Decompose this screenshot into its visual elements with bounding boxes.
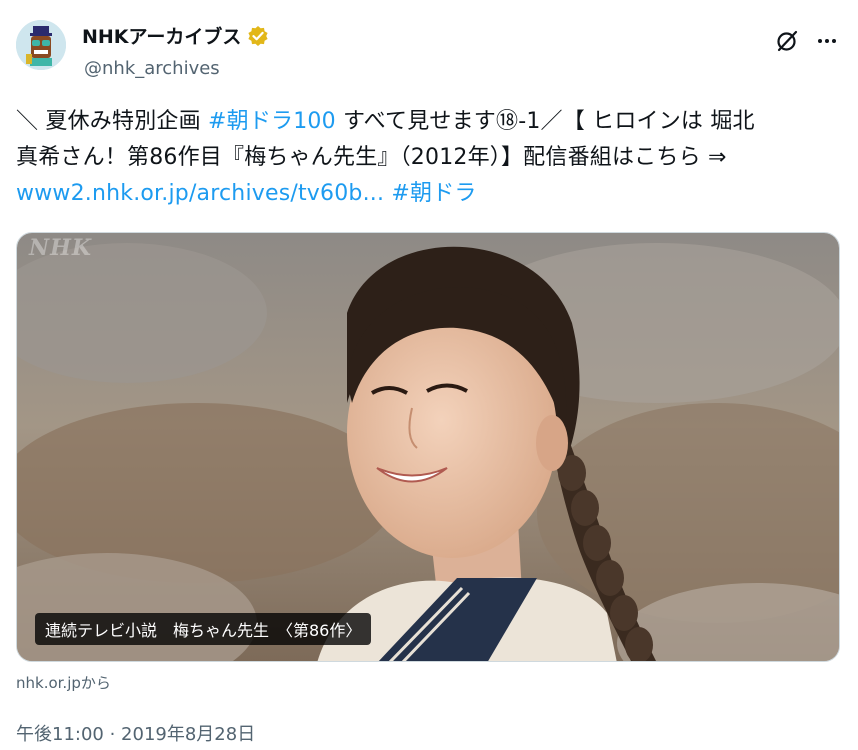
tweet-line-3: www2.nhk.or.jp/archives/tv60b... #朝ドラ (16, 176, 836, 212)
media-caption: 連続テレビ小説 梅ちゃん先生 〈第86作〉 (35, 613, 372, 645)
tweet-line-1: ＼ 夏休み特別企画 #朝ドラ100 すべて見せます⑱-1／【 ヒロインは 堀北 (16, 104, 836, 140)
author-name-row: NHKアーカイブス (82, 22, 269, 49)
verified-badge-icon[interactable] (247, 25, 269, 47)
card-source-link[interactable]: nhk.or.jpから (16, 672, 111, 693)
avatar-domo-icon (16, 20, 66, 70)
more-dot (832, 39, 836, 43)
tweet-text-segment: すべて見せます⑱-1／【 ヒロインは 堀北 (335, 109, 755, 134)
more-icon[interactable] (814, 30, 840, 52)
more-dot (825, 39, 829, 43)
media-card[interactable]: NHK 連続テレビ小説 梅ちゃん先生 〈第86作〉 (16, 232, 840, 662)
hashtag-asadora-link[interactable]: #朝ドラ (391, 181, 476, 206)
hashtag-asadora100-link[interactable]: #朝ドラ100 (208, 109, 336, 134)
author-display-name[interactable]: NHKアーカイブス (82, 22, 241, 49)
nhk-watermark: NHK (29, 235, 93, 261)
grok-icon[interactable] (774, 28, 800, 54)
tweet-text-segment: ＼ 夏休み特別企画 (16, 109, 208, 134)
more-dot (818, 39, 822, 43)
author-handle[interactable]: @nhk_archives (84, 58, 220, 79)
tweet-text: ＼ 夏休み特別企画 #朝ドラ100 すべて見せます⑱-1／【 ヒロインは 堀北 … (16, 104, 836, 212)
avatar[interactable] (16, 20, 66, 70)
archive-url-link[interactable]: www2.nhk.or.jp/archives/tv60b... (16, 181, 384, 206)
tweet-timestamp[interactable]: 午後11:00 · 2019年8月28日 (16, 720, 255, 746)
tweet-line-2: 真希さん！第86作目『梅ちゃん先生』（2012年）】配信番組はこちら ⇒ (16, 145, 727, 170)
media-image (17, 233, 839, 661)
